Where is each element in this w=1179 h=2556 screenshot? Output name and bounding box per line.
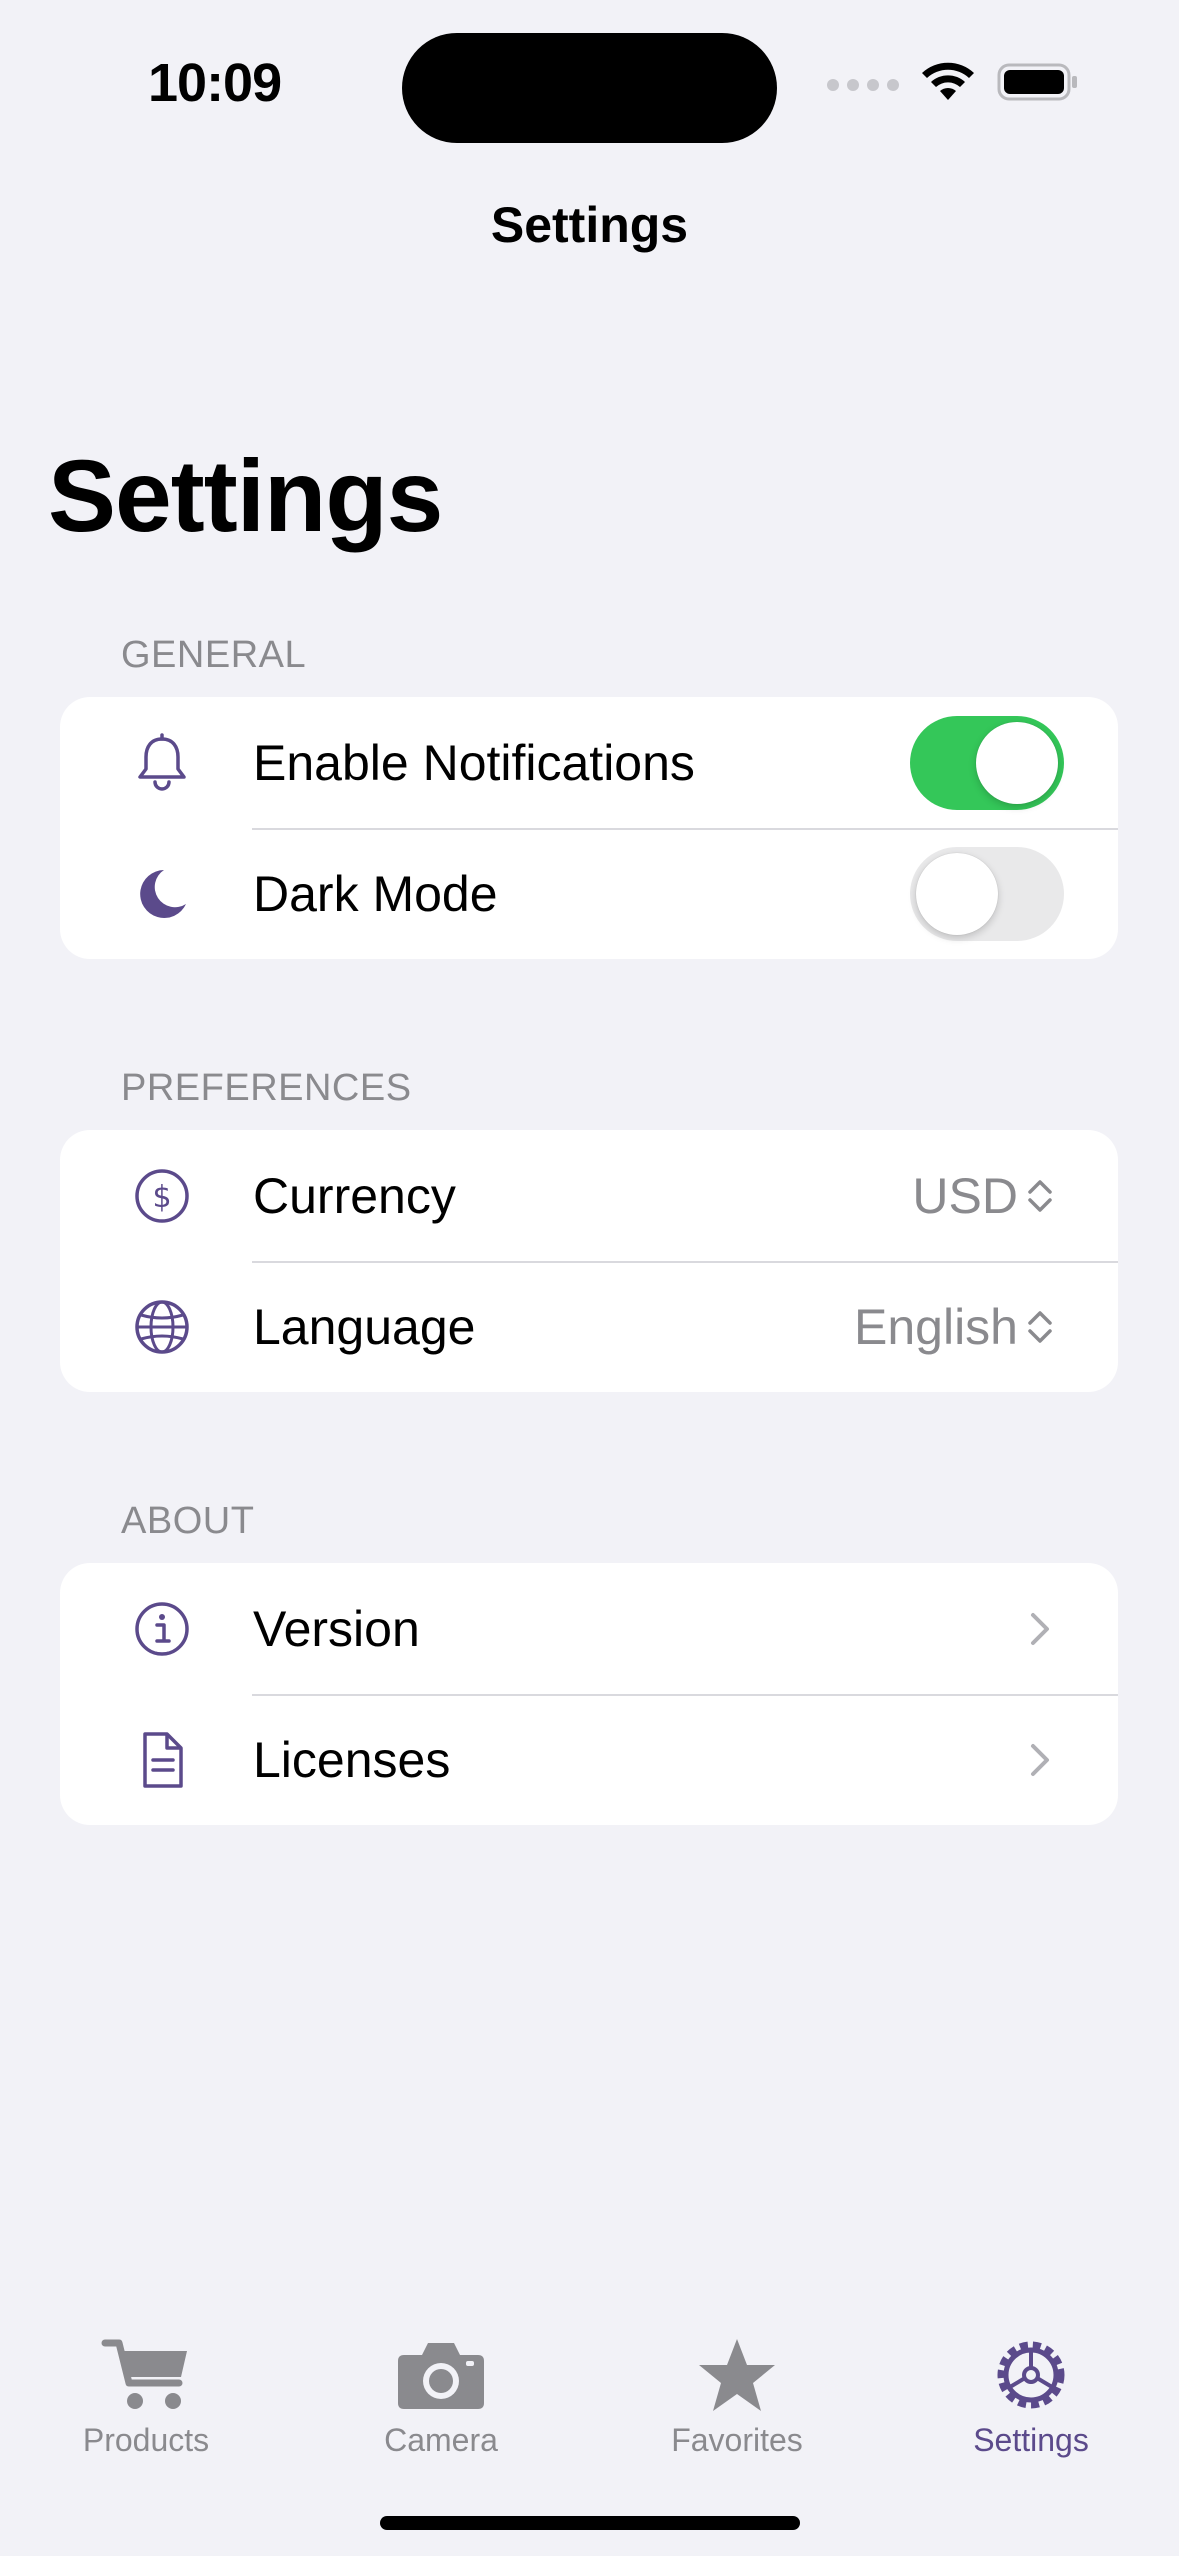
notifications-toggle[interactable]: [910, 715, 1064, 810]
currency-value: USD: [912, 1167, 1018, 1224]
section-header-general: GENERAL: [121, 634, 307, 676]
row-version[interactable]: Version: [60, 1563, 1118, 1694]
settings-screen: 10:09 Settings Settings GENERAL Enable N…: [0, 0, 1179, 2556]
chevron-up-down-icon: [1022, 1174, 1058, 1218]
section-header-preferences: PREFERENCES: [121, 1067, 412, 1109]
svg-text:$: $: [152, 1180, 171, 1215]
moon-icon: [130, 862, 194, 926]
dark-mode-toggle[interactable]: [910, 846, 1064, 941]
tab-bar: Products Camera Favorites Settings: [0, 2300, 1179, 2556]
status-indicators: [827, 62, 1079, 107]
dollar-circle-icon: $: [130, 1164, 194, 1228]
home-indicator[interactable]: [380, 2516, 800, 2530]
dynamic-island: [402, 33, 777, 143]
camera-icon: [331, 2330, 551, 2420]
tab-label: Favorites: [671, 2422, 803, 2458]
row-label: Currency: [253, 1167, 456, 1224]
star-icon: [627, 2330, 847, 2420]
general-group: Enable Notifications Dark Mode: [60, 697, 1118, 959]
row-label: Licenses: [253, 1731, 451, 1788]
row-label: Enable Notifications: [253, 734, 695, 791]
tab-label: Settings: [973, 2422, 1089, 2458]
row-enable-notifications: Enable Notifications: [60, 697, 1118, 828]
tab-camera[interactable]: Camera: [331, 2330, 551, 2459]
status-time: 10:09: [148, 53, 282, 113]
chevron-right-icon: [1022, 1607, 1058, 1651]
tab-favorites[interactable]: Favorites: [627, 2330, 847, 2459]
row-licenses[interactable]: Licenses: [60, 1694, 1118, 1825]
tab-products[interactable]: Products: [36, 2330, 256, 2459]
tab-label: Camera: [384, 2422, 498, 2458]
page-title: Settings: [48, 439, 443, 553]
section-header-about: ABOUT: [121, 1500, 255, 1542]
row-language[interactable]: Language English: [60, 1261, 1118, 1392]
row-label: Dark Mode: [253, 865, 498, 922]
tab-label: Products: [82, 2422, 210, 2458]
wifi-icon: [921, 62, 975, 107]
globe-icon: [130, 1295, 194, 1359]
battery-icon: [997, 62, 1079, 107]
toggle-knob: [916, 852, 998, 935]
chevron-right-icon: [1022, 1738, 1058, 1782]
cart-icon: [36, 2330, 256, 2420]
row-label: Version: [253, 1600, 420, 1657]
row-dark-mode: Dark Mode: [60, 828, 1118, 959]
chevron-up-down-icon: [1022, 1305, 1058, 1349]
preferences-group: $ Currency USD Language English: [60, 1130, 1118, 1392]
document-icon: [130, 1728, 194, 1792]
cellular-signal-icon: [827, 78, 899, 91]
gear-icon: [921, 2330, 1141, 2420]
row-currency[interactable]: $ Currency USD: [60, 1130, 1118, 1261]
info-circle-icon: [130, 1597, 194, 1661]
row-label: Language: [253, 1298, 476, 1355]
bell-icon: [130, 731, 194, 795]
toggle-knob: [976, 721, 1058, 804]
nav-title: Settings: [490, 197, 689, 253]
language-value: English: [854, 1298, 1018, 1355]
tab-settings[interactable]: Settings: [921, 2330, 1141, 2459]
about-group: Version Licenses: [60, 1563, 1118, 1825]
